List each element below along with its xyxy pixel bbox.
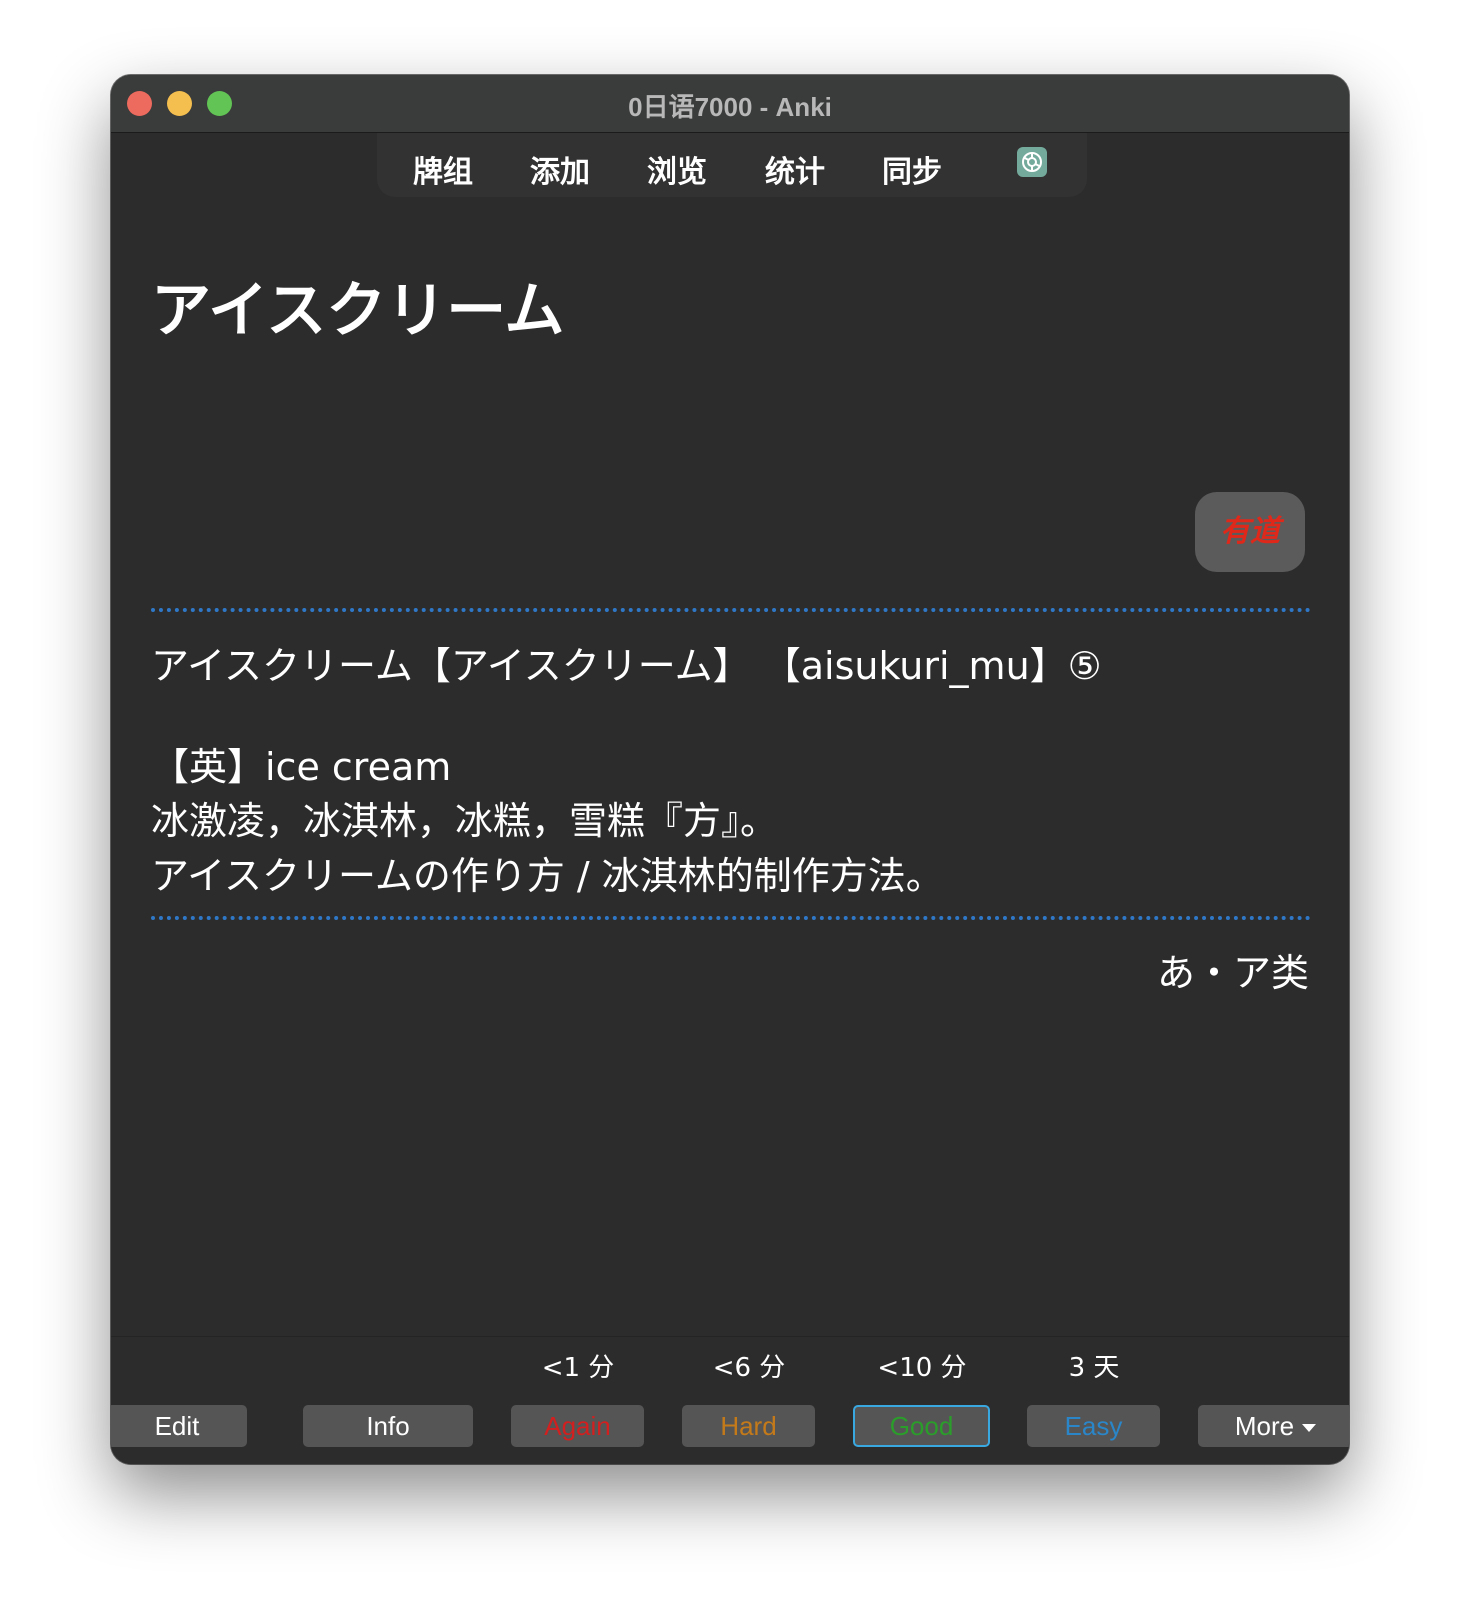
front-word: アイスクリーム xyxy=(151,276,565,346)
english-line: 【英】ice cream xyxy=(151,745,452,789)
interval-hard: <6 分 xyxy=(712,1353,786,1383)
again-button[interactable]: Again xyxy=(511,1405,644,1447)
chatgpt-icon[interactable] xyxy=(1017,147,1047,177)
example-line: アイスクリームの作り方 / 冰淇林的制作方法。 xyxy=(151,854,944,898)
interval-easy: 3 天 xyxy=(1068,1353,1120,1383)
interval-good: <10 分 xyxy=(877,1353,967,1383)
separator-top xyxy=(151,608,1311,612)
interval-again: <1 分 xyxy=(541,1353,615,1383)
window-title: 0日语7000 - Anki xyxy=(628,92,832,122)
more-button[interactable]: More xyxy=(1198,1405,1349,1447)
youdao-pronounce-button[interactable]: 有道 xyxy=(1195,492,1305,572)
good-button[interactable]: Good xyxy=(853,1405,990,1447)
review-bar: <1 分 <6 分 <10 分 3 天 Edit Info Again Hard… xyxy=(111,1336,1349,1464)
toolbar-stats[interactable]: 统计 xyxy=(765,147,825,191)
meaning-line: 冰激凌，冰淇林，冰糕，雪糕『方』。 xyxy=(151,799,779,843)
info-button[interactable]: Info xyxy=(303,1405,473,1447)
hard-button[interactable]: Hard xyxy=(682,1405,815,1447)
anki-window: 0日语7000 - Anki 牌组 添加 浏览 统计 同步 アイスクリーム 有道… xyxy=(111,75,1349,1464)
title-bar: 0日语7000 - Anki xyxy=(111,75,1349,133)
easy-button[interactable]: Easy xyxy=(1027,1405,1160,1447)
more-button-label: More xyxy=(1234,1411,1295,1441)
edit-button[interactable]: Edit xyxy=(111,1405,247,1447)
category-label: あ・ア类 xyxy=(1156,951,1309,995)
toolbar-decks[interactable]: 牌组 xyxy=(413,147,473,191)
toolbar-add[interactable]: 添加 xyxy=(530,147,590,191)
toolbar-sync[interactable]: 同步 xyxy=(882,147,942,191)
chevron-down-icon xyxy=(1302,1424,1317,1433)
separator-bottom xyxy=(151,916,1311,920)
toolbar-browse[interactable]: 浏览 xyxy=(647,147,707,191)
main-toolbar: 牌组 添加 浏览 统计 同步 xyxy=(377,133,1087,197)
reading-line: アイスクリーム【アイスクリーム】 【aisukuri_mu】⑤ xyxy=(151,644,1102,688)
